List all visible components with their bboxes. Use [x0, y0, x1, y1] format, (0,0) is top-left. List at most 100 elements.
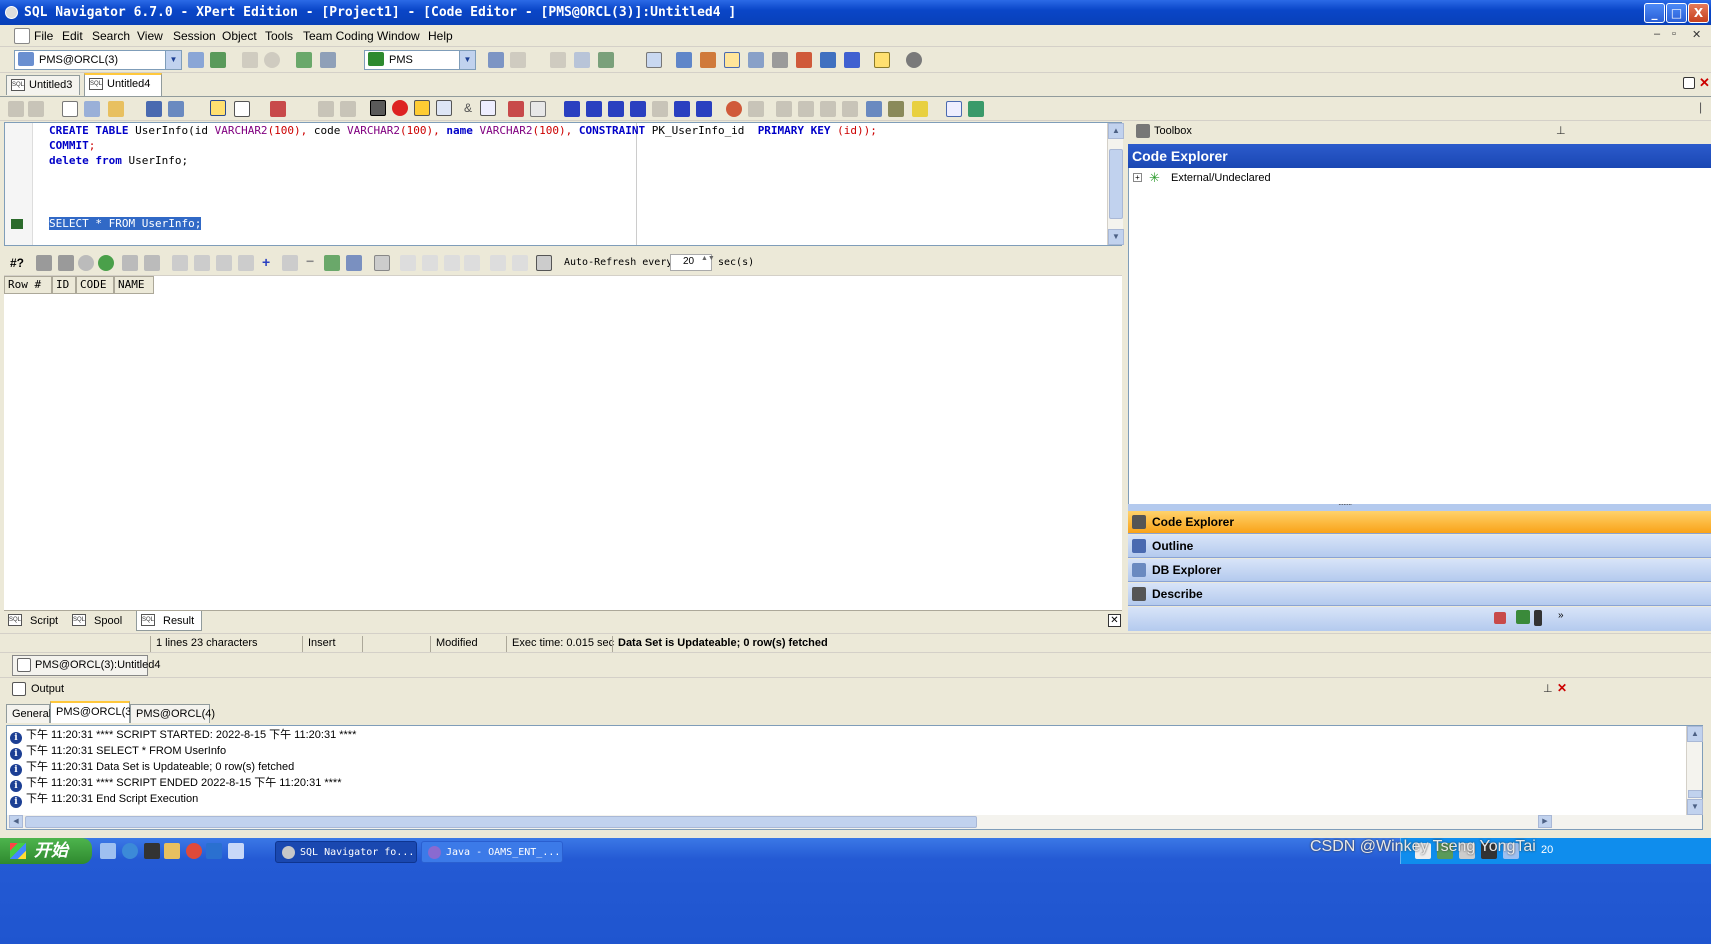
window-icon[interactable]: [646, 52, 662, 68]
close-output-icon[interactable]: ✕: [1557, 681, 1567, 695]
tab-output-general[interactable]: General: [6, 704, 51, 723]
tab-output-orcl4[interactable]: PMS@ORCL(4): [130, 704, 215, 723]
scroll-up-icon[interactable]: ▲: [1108, 123, 1124, 139]
execute-icon[interactable]: [370, 100, 386, 116]
quicklaunch-qq-icon[interactable]: [144, 843, 160, 859]
forward-icon[interactable]: [844, 52, 860, 68]
mdi-close-icon[interactable]: ✕: [1692, 28, 1701, 41]
next-icon[interactable]: [674, 101, 690, 117]
format-icon[interactable]: [436, 100, 452, 116]
tab-script[interactable]: SQL Script: [4, 611, 62, 631]
run-icon[interactable]: [608, 101, 624, 117]
toolbox-header[interactable]: Toolbox ⊥: [1126, 121, 1711, 143]
chevron-down-icon[interactable]: ▼: [459, 51, 475, 69]
save-icon[interactable]: [146, 101, 162, 117]
nav-overflow-icon[interactable]: »: [1558, 610, 1564, 621]
indent-icon[interactable]: [888, 101, 904, 117]
goto-icon[interactable]: [842, 101, 858, 117]
mdi-document-icon[interactable]: [14, 28, 30, 44]
prev-record-icon[interactable]: [194, 255, 210, 271]
menu-edit[interactable]: Edit: [62, 29, 83, 43]
step-icon[interactable]: [414, 100, 430, 116]
float-panel-icon[interactable]: [1683, 77, 1695, 89]
open-folder-icon[interactable]: [108, 101, 124, 117]
scroll-thumb[interactable]: [1688, 790, 1702, 798]
scroll-thumb[interactable]: [1109, 149, 1123, 219]
execute-to-icon[interactable]: [270, 101, 286, 117]
sql-modeler-icon[interactable]: [772, 52, 788, 68]
menu-session[interactable]: Session: [173, 29, 216, 43]
sql-icon[interactable]: [550, 52, 566, 68]
menu-object[interactable]: Object: [222, 29, 257, 43]
menu-team-coding[interactable]: Team Coding: [303, 29, 374, 43]
tab-untitled3[interactable]: SQL Untitled3: [6, 75, 80, 95]
grid-icon[interactable]: [574, 52, 590, 68]
menu-tools[interactable]: Tools: [265, 29, 293, 43]
minimize-button[interactable]: _: [1644, 3, 1665, 23]
rows-icon[interactable]: [512, 255, 528, 271]
nav-small-icon[interactable]: [1516, 610, 1530, 624]
tab-spool[interactable]: SQL Spool: [68, 611, 126, 631]
nav-describe[interactable]: Describe: [1128, 583, 1711, 606]
last-icon[interactable]: [696, 101, 712, 117]
expand-icon[interactable]: +: [1133, 173, 1142, 182]
pin-icon[interactable]: ⊥: [1543, 682, 1553, 695]
debug-icon[interactable]: [796, 52, 812, 68]
tune-icon[interactable]: [510, 52, 526, 68]
param-icon[interactable]: [480, 100, 496, 116]
open-recent-icon[interactable]: [84, 101, 100, 117]
column-header-row[interactable]: Row #: [4, 276, 52, 294]
delete-row-icon[interactable]: −: [306, 253, 314, 269]
code-editor-icon[interactable]: [724, 52, 740, 68]
stop-execute-icon[interactable]: [392, 100, 408, 116]
blob-icon[interactable]: [422, 255, 438, 271]
tab-result-1[interactable]: SQL Result 1: [136, 611, 202, 647]
pause-icon[interactable]: [242, 52, 258, 68]
nav-outline[interactable]: Outline: [1128, 535, 1711, 558]
cancel-edit-icon[interactable]: [346, 255, 362, 271]
splitter-grip-icon[interactable]: ········: [1338, 500, 1352, 509]
ampersand-icon[interactable]: &: [464, 101, 472, 115]
scroll-thumb[interactable]: [25, 816, 977, 828]
nav-db-explorer[interactable]: DB Explorer: [1128, 559, 1711, 582]
nd-icon[interactable]: [464, 255, 480, 271]
duplicate-row-icon[interactable]: [282, 255, 298, 271]
commit-icon[interactable]: [296, 52, 312, 68]
clear-filter-icon[interactable]: [58, 255, 74, 271]
menu-window[interactable]: Window: [377, 29, 420, 43]
comment-icon[interactable]: [866, 101, 882, 117]
code-explorer-tree[interactable]: + ✳ External/Undeclared: [1128, 168, 1711, 504]
export-icon[interactable]: [598, 52, 614, 68]
panel-icon[interactable]: [946, 101, 962, 117]
stop-icon[interactable]: [264, 52, 280, 68]
panel-splitter[interactable]: ········: [1128, 500, 1711, 511]
save-as-icon[interactable]: [168, 101, 184, 117]
cancel-fetch-icon[interactable]: [78, 255, 94, 271]
pin-icon[interactable]: ⊥: [1556, 124, 1566, 137]
prev-icon[interactable]: [586, 101, 602, 117]
settings-icon[interactable]: [906, 52, 922, 68]
scroll-down-icon[interactable]: ▼: [1108, 229, 1124, 245]
filter-icon[interactable]: [318, 101, 334, 117]
editor-icon[interactable]: [700, 52, 716, 68]
menu-file[interactable]: File: [34, 29, 53, 43]
scroll-right-icon[interactable]: ▶: [1538, 815, 1552, 828]
menu-search[interactable]: Search: [92, 29, 130, 43]
nav-small-icon[interactable]: [1494, 612, 1506, 624]
back-icon[interactable]: [8, 101, 24, 117]
quicklaunch-chrome-icon[interactable]: [186, 843, 202, 859]
next-record-icon[interactable]: [216, 255, 232, 271]
watch-icon[interactable]: [748, 101, 764, 117]
scroll-up-icon[interactable]: ▲: [1687, 726, 1703, 742]
highlight-icon[interactable]: [912, 101, 928, 117]
db-navigator-icon[interactable]: [676, 52, 692, 68]
column-header-code[interactable]: CODE: [76, 276, 114, 294]
auto-refresh-icon[interactable]: [536, 255, 552, 271]
new-file-icon[interactable]: [62, 101, 78, 117]
scroll-down-icon[interactable]: ▼: [1687, 799, 1703, 815]
sql-editor[interactable]: CREATE TABLE UserInfo(id VARCHAR2(100), …: [4, 122, 1124, 246]
selected-statement[interactable]: SELECT * FROM UserInfo;: [49, 217, 202, 230]
collapse-icon[interactable]: [340, 101, 356, 117]
quicklaunch-ie-icon[interactable]: [122, 843, 138, 859]
refresh-icon[interactable]: [98, 255, 114, 271]
